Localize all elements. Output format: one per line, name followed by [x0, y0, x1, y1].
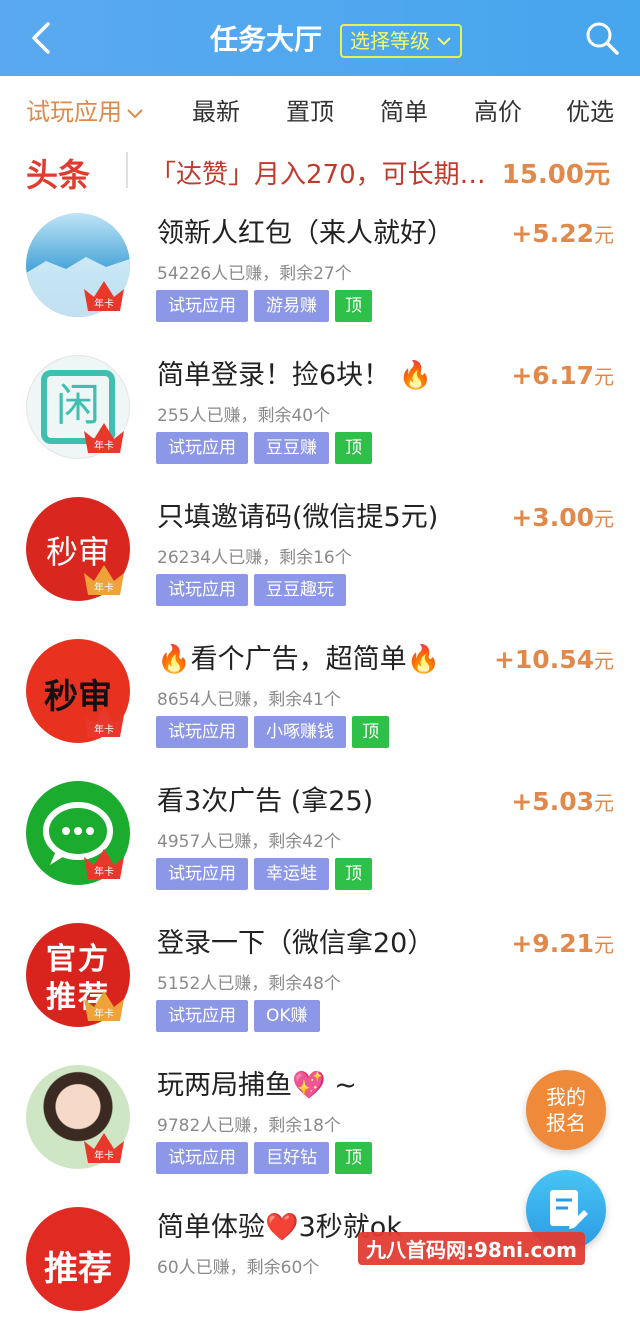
- task-title: 简单登录！捡6块！ 🔥: [157, 360, 433, 391]
- tag-category: 试玩应用: [156, 574, 248, 606]
- chevron-down-icon: [127, 109, 143, 119]
- task-avatar: 推荐: [26, 1207, 130, 1311]
- task-meta: 4957人已赚，剩余42个: [157, 832, 341, 852]
- headline-banner[interactable]: 头条 「达赞」月入270，可长期… 15.00元: [0, 140, 640, 202]
- task-row[interactable]: 官方推荐 年卡 登录一下（微信拿20） 5152人已赚，剩余48个 试玩应用 O…: [0, 915, 640, 1057]
- tag-category: 试玩应用: [156, 716, 248, 748]
- svg-text:年卡: 年卡: [94, 439, 114, 452]
- vip-crown-icon: 年卡: [84, 281, 124, 311]
- task-tags: 试玩应用 巨好钻 顶: [156, 1142, 372, 1174]
- task-row[interactable]: 年卡 领新人红包（来人就好） 54226人已赚，剩余27个 试玩应用 游易赚 顶…: [0, 205, 640, 347]
- divider: [126, 152, 128, 188]
- tag-category: 试玩应用: [156, 1142, 248, 1174]
- tab-high-price[interactable]: 高价: [474, 92, 522, 127]
- task-tags: 试玩应用 幸运蛙 顶: [156, 858, 372, 890]
- svg-text:年卡: 年卡: [94, 1007, 114, 1020]
- task-meta: 9782人已赚，剩余18个: [157, 1116, 341, 1136]
- headline-price: 15.00元: [501, 160, 610, 190]
- top-bar: 任务大厅 选择等级: [0, 0, 640, 76]
- task-tags: 试玩应用 小啄赚钱 顶: [156, 716, 389, 748]
- task-title: 玩两局捕鱼💖 ~: [157, 1070, 357, 1101]
- tag-platform: 豆豆趣玩: [254, 574, 346, 606]
- task-price: +5.22元: [511, 219, 614, 248]
- tag-platform: 小啄赚钱: [254, 716, 346, 748]
- tag-platform: 幸运蛙: [254, 858, 329, 890]
- page-title: 任务大厅: [210, 23, 323, 56]
- task-meta: 255人已赚，剩余40个: [157, 406, 331, 426]
- headline-text: 「达赞」月入270，可长期…: [150, 160, 486, 190]
- task-tags: 试玩应用 豆豆趣玩: [156, 574, 346, 606]
- vip-crown-icon: 年卡: [84, 1133, 124, 1163]
- tab-newest[interactable]: 最新: [192, 92, 240, 127]
- tag-category: 试玩应用: [156, 432, 248, 464]
- task-row[interactable]: 年卡 看3次广告 (拿25) 4957人已赚，剩余42个 试玩应用 幸运蛙 顶 …: [0, 773, 640, 915]
- tab-trial-apps[interactable]: 试玩应用: [26, 92, 144, 127]
- vip-crown-icon: 年卡: [84, 991, 124, 1021]
- task-title: 领新人红包（来人就好）: [157, 218, 454, 249]
- back-arrow-icon[interactable]: [24, 20, 60, 56]
- tag-platform: 游易赚: [254, 290, 329, 322]
- tag-top: 顶: [335, 290, 372, 322]
- tab-label: 试玩应用: [26, 98, 122, 126]
- vip-crown-icon: 年卡: [84, 423, 124, 453]
- task-title: 🔥看个广告，超简单🔥: [157, 644, 441, 675]
- chevron-down-icon: [437, 37, 451, 46]
- tag-platform: 巨好钻: [254, 1142, 329, 1174]
- task-tags: 试玩应用 豆豆赚 顶: [156, 432, 372, 464]
- task-meta: 26234人已赚，剩余16个: [157, 548, 352, 568]
- category-tabs: 试玩应用 最新 置顶 简单 高价 优选: [0, 76, 640, 138]
- task-meta: 5152人已赚，剩余48个: [157, 974, 341, 994]
- task-price: +5.03元: [511, 787, 614, 816]
- task-row[interactable]: 闲 年卡 简单登录！捡6块！ 🔥 255人已赚，剩余40个 试玩应用 豆豆赚 顶…: [0, 347, 640, 489]
- tag-top: 顶: [335, 858, 372, 890]
- task-price: +6.17元: [511, 361, 614, 390]
- headline-tag: 头条: [26, 156, 91, 194]
- vip-crown-icon: 年卡: [84, 849, 124, 879]
- tag-platform: OK赚: [254, 1000, 320, 1032]
- task-tags: 试玩应用 游易赚 顶: [156, 290, 372, 322]
- svg-text:年卡: 年卡: [94, 723, 114, 736]
- task-title: 只填邀请码(微信提5元): [157, 502, 439, 533]
- task-price: +3.00元: [511, 503, 614, 532]
- vip-crown-icon: 年卡: [84, 565, 124, 595]
- tag-category: 试玩应用: [156, 858, 248, 890]
- search-icon[interactable]: [584, 20, 620, 56]
- my-signup-button[interactable]: 我的报名: [526, 1070, 606, 1150]
- tab-simple[interactable]: 简单: [380, 92, 428, 127]
- task-price: +9.21元: [511, 929, 614, 958]
- task-title: 看3次广告 (拿25): [157, 786, 374, 817]
- svg-text:年卡: 年卡: [94, 1149, 114, 1162]
- level-select-button[interactable]: 选择等级: [340, 24, 462, 58]
- my-signup-label: 我的报名: [546, 1085, 586, 1135]
- tag-top: 顶: [335, 432, 372, 464]
- task-title: 登录一下（微信拿20）: [157, 928, 435, 959]
- task-tags: 试玩应用 OK赚: [156, 1000, 320, 1032]
- task-row[interactable]: 秒审 年卡 🔥看个广告，超简单🔥 8654人已赚，剩余41个 试玩应用 小啄赚钱…: [0, 631, 640, 773]
- watermark: 九八首码网:98ni.com: [358, 1232, 585, 1265]
- tag-top: 顶: [335, 1142, 372, 1174]
- task-row[interactable]: 秒审 年卡 只填邀请码(微信提5元) 26234人已赚，剩余16个 试玩应用 豆…: [0, 489, 640, 631]
- tag-platform: 豆豆赚: [254, 432, 329, 464]
- task-meta: 54226人已赚，剩余27个: [157, 264, 352, 284]
- tag-category: 试玩应用: [156, 1000, 248, 1032]
- tag-top: 顶: [352, 716, 389, 748]
- svg-text:年卡: 年卡: [94, 297, 114, 310]
- level-select-label: 选择等级: [350, 29, 430, 53]
- tab-featured[interactable]: 优选: [566, 92, 614, 127]
- tab-pinned[interactable]: 置顶: [286, 92, 334, 127]
- tag-category: 试玩应用: [156, 290, 248, 322]
- svg-text:年卡: 年卡: [94, 581, 114, 594]
- task-price: +10.54元: [493, 645, 614, 674]
- task-meta: 60人已赚，剩余60个: [157, 1258, 320, 1278]
- task-meta: 8654人已赚，剩余41个: [157, 690, 341, 710]
- svg-text:年卡: 年卡: [94, 865, 114, 878]
- vip-crown-icon: 年卡: [84, 707, 124, 737]
